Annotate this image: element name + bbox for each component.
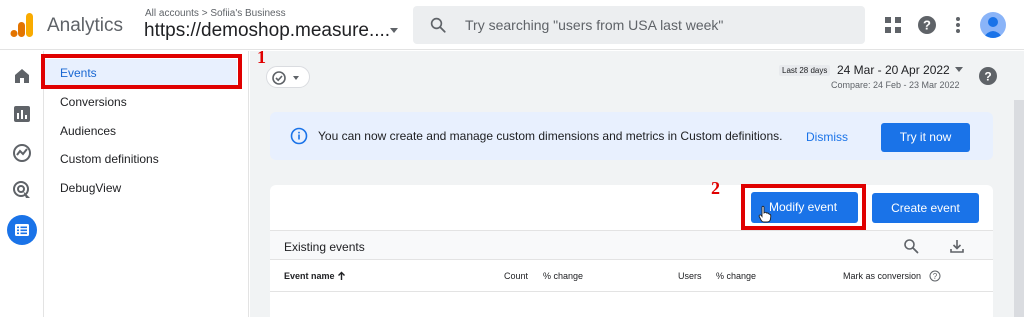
highlight-box-events — [41, 54, 242, 89]
home-icon[interactable] — [11, 65, 33, 87]
left-rail — [0, 51, 44, 317]
column-pct-change[interactable]: % change — [716, 271, 756, 281]
existing-events-title: Existing events — [284, 240, 365, 254]
configure-subnav: Events Conversions Audiences Custom defi… — [45, 51, 249, 317]
compare-range: Compare: 24 Feb - 23 Mar 2022 — [831, 80, 960, 90]
subnav-item-audiences[interactable]: Audiences — [60, 124, 116, 138]
svg-text:?: ? — [984, 70, 991, 84]
search-icon[interactable] — [903, 238, 919, 254]
subnav-item-conversions[interactable]: Conversions — [60, 95, 127, 109]
compare-toggle[interactable] — [266, 66, 310, 88]
chevron-down-icon[interactable] — [955, 67, 963, 72]
more-vert-icon[interactable] — [947, 14, 969, 36]
step-number: 1 — [257, 47, 266, 67]
property-selector[interactable]: https://demoshop.measure.... — [144, 20, 390, 42]
existing-events-header — [270, 230, 993, 260]
highlight-box-modify-event — [741, 184, 866, 230]
help-icon[interactable]: ? — [916, 14, 938, 36]
table-divider — [270, 291, 993, 292]
chevron-down-icon[interactable] — [390, 28, 398, 33]
column-event-name[interactable]: Event name — [284, 271, 335, 281]
create-event-button[interactable]: Create event — [872, 193, 979, 223]
app-title: Analytics — [47, 15, 124, 36]
explore-icon[interactable] — [11, 142, 33, 164]
configure-icon — [15, 224, 29, 236]
apps-grid-icon[interactable] — [882, 14, 904, 36]
help-icon[interactable]: ? — [978, 66, 998, 86]
search-bar[interactable]: Try searching "users from USA last week" — [413, 6, 865, 44]
scrollbar[interactable] — [1014, 100, 1024, 317]
reports-icon[interactable] — [11, 103, 33, 125]
arrow-up-icon[interactable] — [337, 271, 346, 281]
svg-text:?: ? — [923, 18, 931, 33]
check-circle-icon — [272, 71, 299, 85]
try-it-now-button[interactable]: Try it now — [881, 123, 970, 152]
analytics-logo-icon[interactable] — [10, 12, 34, 38]
download-icon[interactable] — [949, 238, 965, 254]
svg-text:?: ? — [933, 272, 938, 281]
info-icon — [290, 127, 308, 145]
user-icon — [983, 17, 1003, 38]
column-mark-as-conversion[interactable]: Mark as conversion — [843, 271, 921, 281]
column-users[interactable]: Users — [678, 271, 702, 281]
avatar[interactable] — [980, 12, 1006, 38]
advertising-icon[interactable] — [11, 179, 33, 201]
date-preset-badge: Last 28 days — [779, 65, 831, 76]
top-bar: Analytics All accounts > Sofiia's Busine… — [0, 0, 1024, 50]
account-breadcrumb[interactable]: All accounts > Sofiia's Business — [145, 8, 286, 19]
search-icon — [430, 17, 446, 33]
column-pct-change[interactable]: % change — [543, 271, 583, 281]
subnav-item-custom-definitions[interactable]: Custom definitions — [60, 152, 159, 166]
help-icon[interactable]: ? — [929, 270, 941, 282]
date-range-picker[interactable]: 24 Mar - 20 Apr 2022 — [837, 63, 950, 77]
subnav-item-debugview[interactable]: DebugView — [60, 181, 121, 195]
search-input[interactable]: Try searching "users from USA last week" — [465, 17, 723, 33]
dismiss-button[interactable]: Dismiss — [806, 130, 848, 144]
banner-message: You can now create and manage custom dim… — [318, 129, 783, 143]
column-count[interactable]: Count — [504, 271, 528, 281]
configure-button[interactable] — [7, 215, 37, 245]
step-number: 2 — [711, 178, 720, 198]
